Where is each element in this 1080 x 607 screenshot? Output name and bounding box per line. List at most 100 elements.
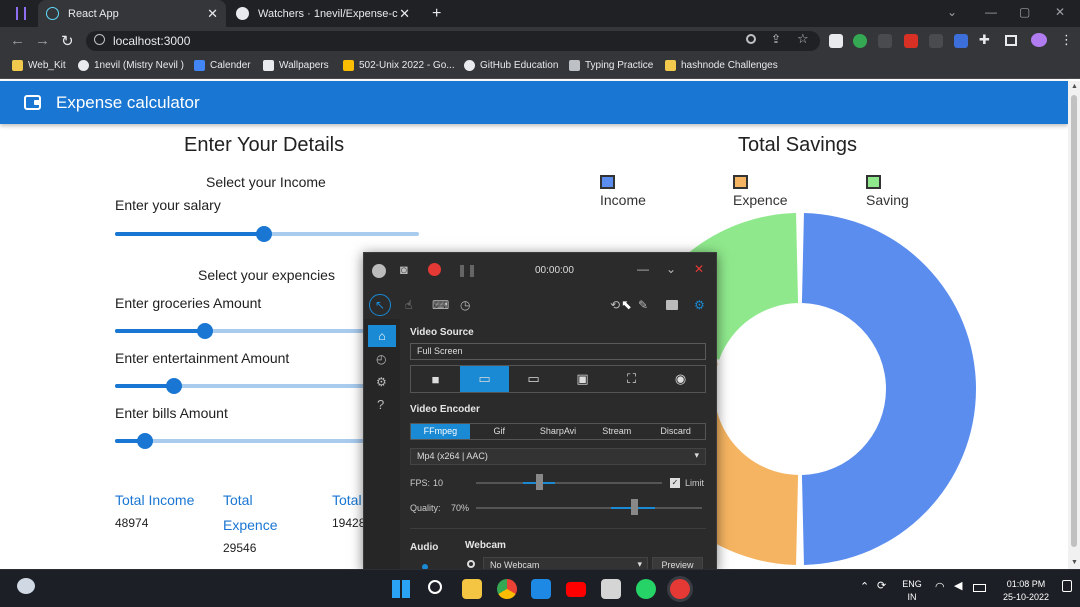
bookmark-star-icon[interactable]: ☆ [797,31,809,47]
collapse-down-icon[interactable]: ⌄ [666,262,676,276]
refresh-icon[interactable]: ⟲ [610,298,620,312]
quality-slider-track[interactable] [476,507,702,509]
extension-icon[interactable] [954,34,968,48]
screen-recorder-taskbar-icon[interactable] [670,579,690,599]
tab-search-icon[interactable]: ⌄ [947,5,957,19]
history-icon[interactable]: ◴ [376,352,386,366]
legend-swatch-income[interactable] [600,175,615,189]
chrome-menu-icon[interactable]: ⋮ [1060,32,1073,48]
side-panel-icon[interactable] [1005,35,1017,46]
scroll-up-icon[interactable]: ▲ [1071,83,1078,90]
show-hidden-icons[interactable]: ⌃ [860,581,869,593]
home-icon[interactable]: ⌂ [368,325,396,347]
screen-source-icon[interactable]: ▭ [460,366,509,392]
encoder-tab-gif[interactable]: Gif [470,424,529,439]
page-scrollbar[interactable]: ▲ ▼ [1068,81,1080,569]
scrollbar-thumb[interactable] [1071,95,1077,547]
extension-icon[interactable] [904,34,918,48]
back-icon[interactable]: ← [10,32,25,49]
notification-icon[interactable] [1062,580,1072,592]
doughnut-slice-income[interactable] [801,213,977,565]
encoder-tab-ffmpeg[interactable]: FFmpeg [411,424,470,439]
window-source-icon[interactable]: ▣ [558,366,607,392]
slider-thumb[interactable] [137,433,153,449]
quality-slider-thumb[interactable] [631,499,639,515]
brush-icon[interactable]: ✎ [638,298,648,312]
fps-slider-track[interactable] [476,482,662,484]
forward-icon[interactable]: → [35,32,50,49]
tab-react-app[interactable]: React App ✕ [38,0,226,27]
encoder-tab-discard[interactable]: Discard [646,424,705,439]
extension-icon[interactable] [929,34,943,48]
encoder-tab-sharpavi[interactable]: SharpAvi [529,424,588,439]
bookmark-github-education[interactable]: GitHub Education [464,60,558,71]
battery-icon[interactable] [973,584,986,592]
options-gear-icon[interactable]: ⚙ [376,375,387,389]
click-tool-icon[interactable]: ☝ [405,298,412,312]
slider-thumb[interactable] [255,226,272,242]
extension-icon[interactable] [829,34,843,48]
close-window-icon[interactable]: ✕ [1055,5,1065,19]
settings-gear-icon[interactable]: ⚙ [694,298,705,312]
address-bar[interactable] [86,31,820,51]
extension-icon[interactable] [878,34,892,48]
share-icon[interactable]: ⇪ [771,32,781,46]
slider-thumb[interactable] [166,378,183,394]
limit-checkbox[interactable]: ✓ [670,478,680,488]
collapse-icon[interactable] [372,264,386,278]
start-button-icon[interactable] [391,579,411,599]
bookmark-1nevil[interactable]: 1nevil (Mistry Nevil ) [78,60,184,71]
extensions-puzzle-icon[interactable]: ✚ [979,32,990,48]
extension-icon[interactable] [853,34,867,48]
gamepad-source-icon[interactable]: ◉ [656,366,705,392]
timer-tool-icon[interactable]: ◷ [460,298,470,312]
volume-icon[interactable]: ◀ [954,580,962,592]
help-icon[interactable]: ? [377,398,384,412]
youtube-icon[interactable] [566,582,586,597]
new-tab-button[interactable]: + [424,0,449,27]
bookmark-hashnode[interactable]: hashnode Challenges [665,60,778,71]
salary-slider[interactable] [115,224,419,244]
legend-swatch-expence[interactable] [733,175,748,189]
bookmark-typing-practice[interactable]: Typing Practice [569,60,653,71]
profile-avatar[interactable] [1031,33,1047,47]
wifi-icon[interactable]: ◠ [935,581,945,593]
chrome-icon[interactable] [497,579,517,599]
bookmark-calender[interactable]: Calender [194,60,251,71]
bookmark-wallpapers[interactable]: Wallpapers [263,60,329,71]
slider-thumb[interactable] [197,323,213,339]
clock-date[interactable]: 25-10-2022 [996,591,1056,603]
whatsapp-icon[interactable] [636,579,656,599]
tab-watchers[interactable]: Watchers · 1nevil/Expense-calcul ✕ [228,0,418,27]
language-line-2[interactable]: IN [900,591,924,603]
cursor-tool-icon[interactable]: ↖ [369,294,391,316]
minimize-icon[interactable]: — [637,262,649,276]
webcam-radio[interactable] [467,560,475,568]
browser-menu-icon[interactable] [16,7,26,20]
keyboard-tool-icon[interactable]: ⌨ [432,298,449,312]
app-icon[interactable] [601,579,621,599]
weather-widget-icon[interactable] [17,578,35,594]
screenshot-camera-icon[interactable]: ◙ [400,263,408,277]
pause-icon[interactable]: ❚❚ [457,263,477,277]
search-icon[interactable] [428,580,442,594]
fps-slider-thumb[interactable] [536,474,544,490]
folder-icon[interactable] [666,300,678,310]
close-tab-icon[interactable]: ✕ [399,6,410,22]
clock-time[interactable]: 01:08 PM [996,578,1056,590]
sync-icon[interactable]: ⟳ [877,580,886,592]
video-source-field[interactable]: Full Screen [410,343,706,360]
webcam-source-icon[interactable]: ■ [411,366,460,392]
legend-swatch-saving[interactable] [866,175,881,189]
language-line-1[interactable]: ENG [900,578,924,590]
bookmark-502-unix[interactable]: 502-Unix 2022 - Go... [343,60,455,71]
close-tab-icon[interactable]: ✕ [207,6,218,22]
encoder-tab-stream[interactable]: Stream [587,424,646,439]
restore-icon[interactable]: ▢ [1019,5,1030,19]
reload-icon[interactable]: ↻ [61,32,74,50]
bookmark-web-kit[interactable]: Web_Kit [12,60,66,71]
scroll-down-icon[interactable]: ▼ [1071,559,1078,566]
site-info-icon[interactable] [94,34,105,45]
close-icon[interactable]: ✕ [694,262,704,276]
record-button[interactable] [428,263,441,276]
